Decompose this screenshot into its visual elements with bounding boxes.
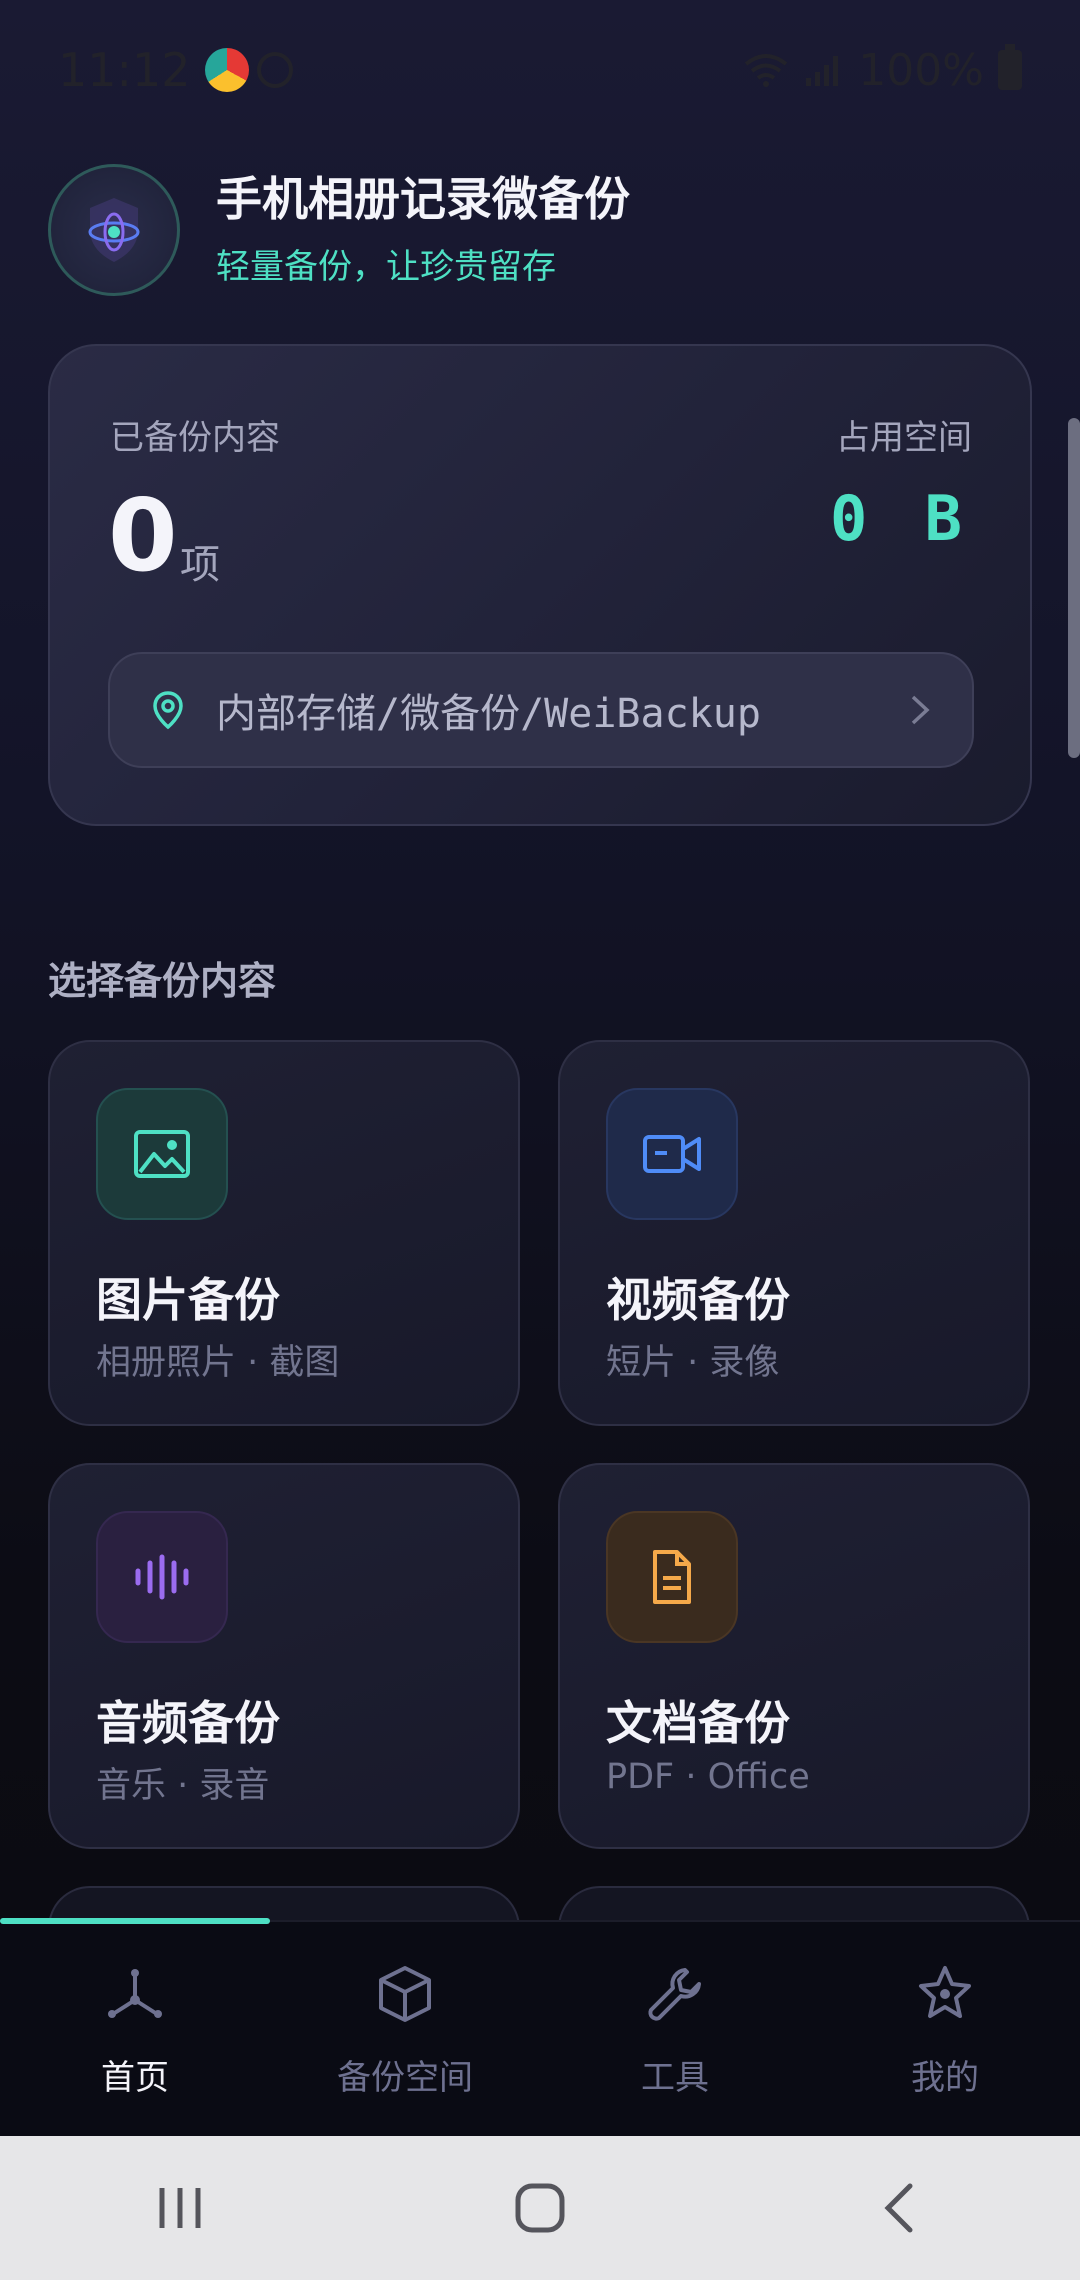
video-backup-card[interactable]: 视频备份 短片 · 录像	[558, 1040, 1030, 1426]
battery-icon	[998, 44, 1022, 90]
image-icon	[96, 1088, 228, 1220]
nav-label: 首页	[101, 2058, 169, 2098]
card-title: 图片备份	[96, 1273, 280, 1327]
space-used-label: 占用空间	[836, 418, 972, 458]
backup-path-row[interactable]: 内部存储/微备份/WeiBackup	[108, 652, 974, 768]
nav-item-mine[interactable]: 我的	[810, 1922, 1080, 2138]
wrench-icon	[639, 1958, 711, 2030]
nav-label: 备份空间	[337, 2058, 473, 2098]
location-pin-icon	[153, 691, 183, 730]
audio-backup-card[interactable]: 音频备份 音乐 · 录音	[48, 1463, 520, 1849]
nav-label: 工具	[641, 2058, 709, 2098]
status-time: 11:12	[58, 43, 191, 97]
system-nav-bar	[0, 2136, 1080, 2280]
card-subtitle: PDF · Office	[606, 1757, 810, 1797]
card-subtitle: 音乐 · 录音	[96, 1766, 270, 1806]
star-badge-icon	[909, 1958, 981, 2030]
card-title: 文档备份	[606, 1696, 790, 1750]
space-used-value: 0 B	[830, 482, 972, 555]
chevron-right-icon	[908, 692, 932, 728]
browser-app-icon	[204, 48, 249, 92]
backed-up-label: 已备份内容	[110, 418, 280, 458]
card-subtitle: 短片 · 录像	[606, 1343, 780, 1383]
bottom-nav: 首页 备份空间 工具 我的	[0, 1918, 1080, 2138]
scrollbar[interactable]	[1068, 418, 1080, 758]
app-title: 手机相册记录微备份	[216, 171, 630, 226]
backup-path-text: 内部存储/微备份/WeiBackup	[216, 691, 761, 737]
hub-icon	[99, 1958, 171, 2030]
battery-percent: 100%	[858, 44, 984, 96]
video-icon	[606, 1088, 738, 1220]
status-bar: 11:12 100%	[0, 0, 1080, 140]
document-backup-card[interactable]: 文档备份 PDF · Office	[558, 1463, 1030, 1849]
app-header: 手机相册记录微备份 轻量备份，让珍贵留存	[48, 164, 630, 296]
box-icon	[369, 1958, 441, 2030]
backup-summary-card: 已备份内容 占用空间 0 项 0 B 内部存储/微备份/WeiBackup	[48, 344, 1032, 826]
nav-item-tools[interactable]: 工具	[540, 1922, 810, 2138]
nav-item-home[interactable]: 首页	[0, 1922, 270, 2138]
home-icon[interactable]	[510, 2178, 570, 2238]
section-title: 选择备份内容	[48, 959, 277, 1003]
image-backup-card[interactable]: 图片备份 相册照片 · 截图	[48, 1040, 520, 1426]
card-title: 音频备份	[96, 1696, 280, 1750]
nav-label: 我的	[911, 2058, 979, 2098]
orbit-shield-icon	[48, 164, 180, 296]
back-icon[interactable]	[870, 2178, 930, 2238]
audio-wave-icon	[96, 1511, 228, 1643]
backed-up-count: 0	[108, 477, 178, 594]
recent-apps-icon[interactable]	[150, 2178, 210, 2238]
count-unit: 项	[180, 542, 220, 588]
nav-item-backup-space[interactable]: 备份空间	[270, 1922, 540, 2138]
card-subtitle: 相册照片 · 截图	[96, 1343, 340, 1383]
document-icon	[606, 1511, 738, 1643]
blocked-icon	[256, 52, 293, 88]
app-subtitle: 轻量备份，让珍贵留存	[216, 247, 556, 288]
card-title: 视频备份	[606, 1273, 790, 1327]
wifi-icon	[744, 54, 788, 87]
signal-icon	[806, 56, 839, 86]
